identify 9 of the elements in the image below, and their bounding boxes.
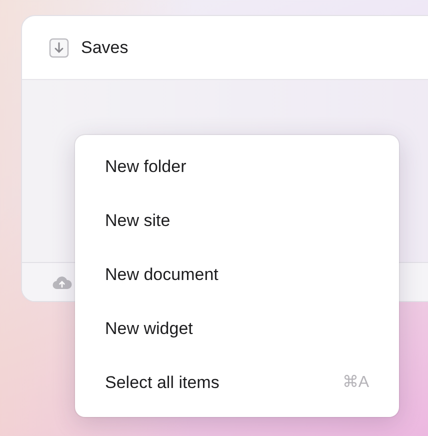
menu-item[interactable]: Select all items ⌘A bbox=[75, 356, 399, 410]
menu-item[interactable]: New widget bbox=[75, 302, 399, 356]
menu-item[interactable]: New folder bbox=[75, 140, 399, 194]
shortcut-label: ⌘A bbox=[342, 373, 369, 393]
cloud-upload-icon[interactable] bbox=[52, 274, 72, 290]
menu-item[interactable]: New document bbox=[75, 248, 399, 302]
download-icon[interactable] bbox=[49, 38, 69, 58]
menu-item[interactable]: New site bbox=[75, 194, 399, 248]
window-title: Saves bbox=[81, 36, 128, 59]
